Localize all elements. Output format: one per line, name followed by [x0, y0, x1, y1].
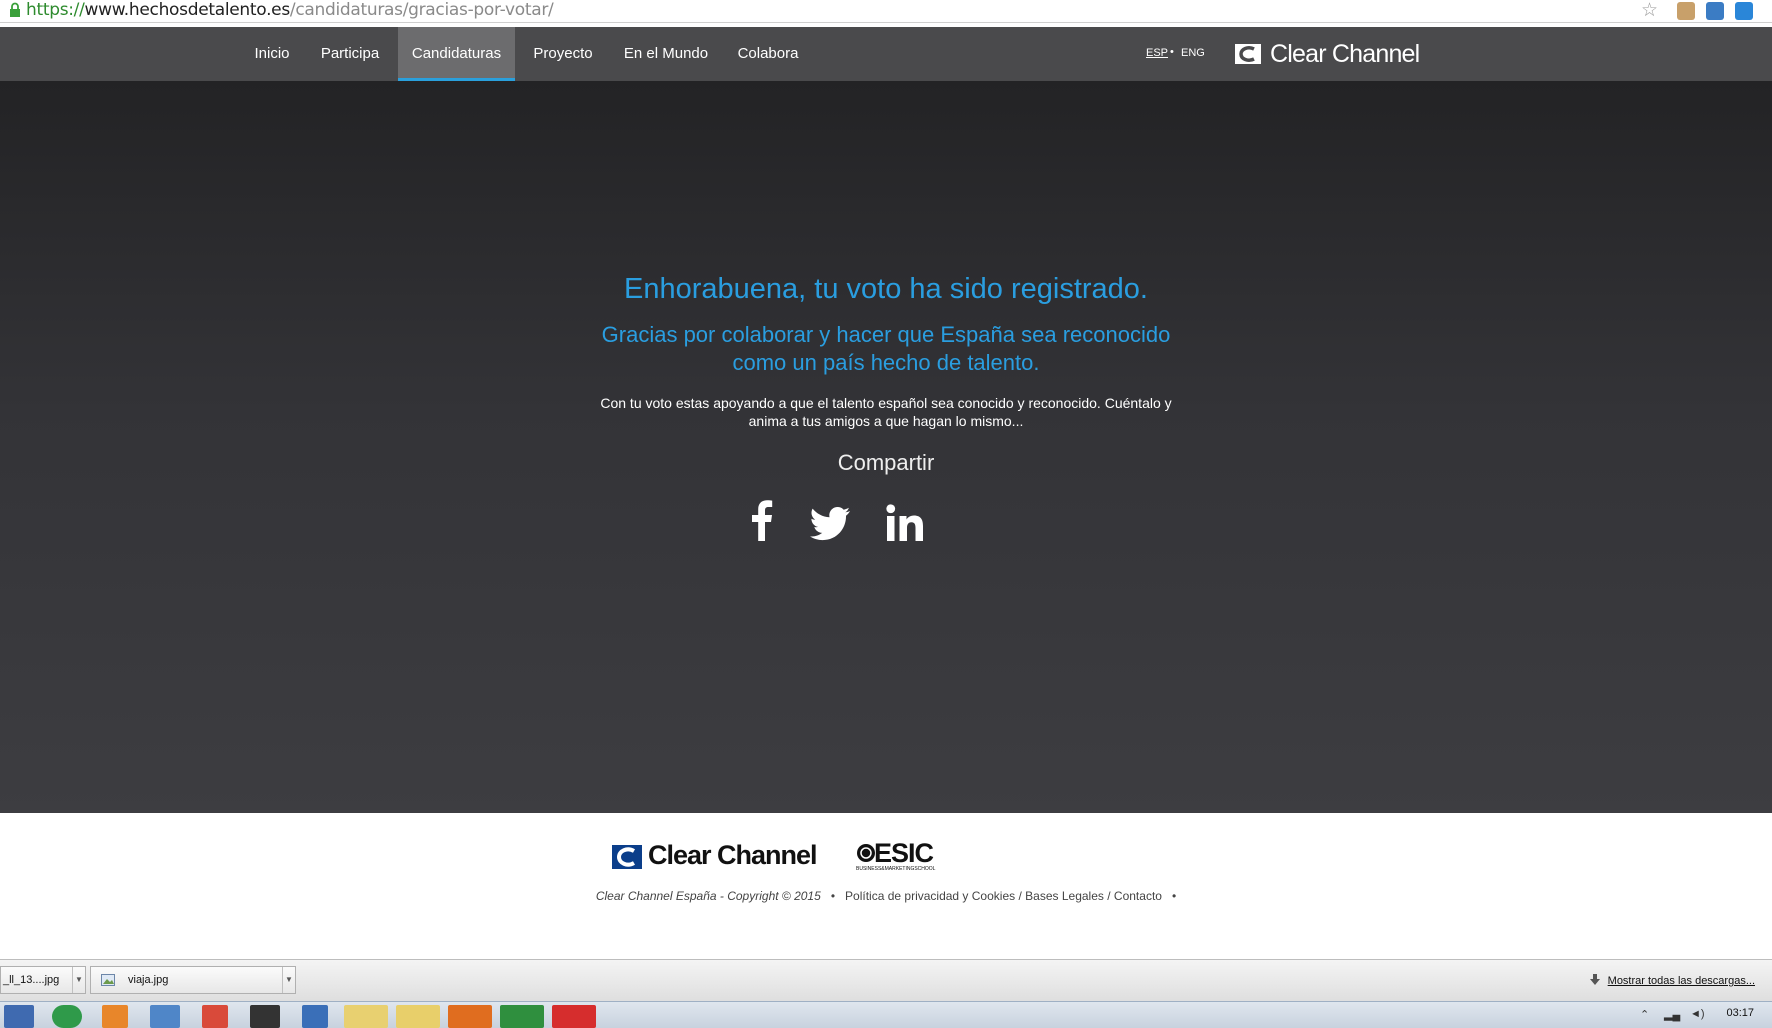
download-item[interactable]: _ll_13....jpg ▼ — [0, 966, 86, 994]
linkedin-icon[interactable] — [886, 502, 924, 544]
download-item[interactable]: viaja.jpg ▼ — [90, 966, 296, 994]
taskbar-app-arrow-icon[interactable] — [4, 1005, 34, 1028]
nav-en-el-mundo[interactable]: En el Mundo — [620, 27, 712, 81]
clock[interactable]: 03:17 — [1726, 1007, 1754, 1019]
esic-mark-icon — [857, 844, 875, 862]
downloads-bar: _ll_13....jpg ▼ viaja.jpg ▼ Mostrar toda… — [0, 959, 1772, 1002]
clear-channel-mark-icon — [612, 845, 642, 869]
clear-channel-mark-icon — [1235, 44, 1261, 64]
site-nav: Inicio Participa Candidaturas Proyecto E… — [0, 27, 1772, 81]
lang-eng-link[interactable]: ENG — [1181, 47, 1205, 59]
body-line-2: anima a tus amigos a que hagan lo mismo.… — [748, 413, 1024, 429]
esic-name: ESIC — [874, 838, 934, 868]
os-taskbar: ⌃ ▂▄ ◄) 03:17 — [0, 1001, 1772, 1028]
copyright-text: Clear Channel España - Copyright © 2015 — [595, 889, 821, 903]
body-line-1: Con tu voto estas apoyando a que el tale… — [600, 395, 1172, 411]
bookmark-star-icon[interactable]: ☆ — [1641, 0, 1658, 20]
link-separator: / — [1018, 889, 1022, 903]
page-title: Enhorabuena, tu voto ha sido registrado. — [624, 273, 1148, 305]
privacy-link[interactable]: Política de privacidad y Cookies — [845, 889, 1015, 903]
nav-candidaturas[interactable]: Candidaturas — [398, 27, 515, 81]
footer-links: Clear Channel España - Copyright © 2015 … — [0, 889, 1772, 903]
bullet: • — [830, 889, 836, 903]
contact-link[interactable]: Contacto — [1114, 889, 1162, 903]
site-footer: Clear Channel ESIC BUSINESS&MARKETINGSCH… — [0, 813, 1772, 959]
url-scheme: https:// — [26, 0, 85, 20]
legal-link[interactable]: Bases Legales — [1025, 889, 1104, 903]
thank-you-section: Enhorabuena, tu voto ha sido registrado.… — [0, 81, 1772, 813]
extension-check-icon[interactable] — [1735, 2, 1753, 20]
volume-icon[interactable]: ◄) — [1690, 1008, 1705, 1020]
download-filename: _ll_13....jpg — [3, 974, 60, 986]
taskbar-app-green-icon[interactable] — [52, 1005, 82, 1028]
chevron-down-icon[interactable]: ▼ — [282, 967, 295, 993]
twitter-icon[interactable] — [810, 503, 850, 545]
taskbar-app-firefox-icon[interactable] — [448, 1005, 492, 1028]
download-filename: viaja.jpg — [128, 974, 169, 986]
lock-icon — [10, 2, 20, 17]
taskbar-app-explorer-icon[interactable] — [396, 1005, 440, 1028]
show-all-downloads-link[interactable]: Mostrar todas las descargas... — [1608, 975, 1755, 987]
url-text[interactable]: https://www.hechosdetalento.es/candidatu… — [26, 0, 554, 20]
taskbar-app-vlc-icon[interactable] — [102, 1005, 128, 1028]
share-label: Compartir — [837, 450, 935, 475]
page-subtitle: Gracias por colaborar y hacer que España… — [0, 321, 1772, 377]
extension-box-icon[interactable] — [1706, 2, 1724, 20]
lang-separator: • — [1170, 46, 1174, 58]
taskbar-app-chart-icon[interactable] — [150, 1005, 180, 1028]
chevron-down-icon[interactable]: ▼ — [72, 967, 85, 993]
footer-brand-name: Clear Channel — [648, 840, 818, 870]
bullet: • — [1171, 889, 1177, 903]
taskbar-app-film-icon[interactable] — [250, 1005, 280, 1028]
image-file-icon — [101, 974, 115, 986]
nav-colabora[interactable]: Colabora — [733, 27, 803, 81]
browser-url-bar[interactable]: https://www.hechosdetalento.es/candidatu… — [0, 0, 1772, 23]
facebook-icon[interactable] — [750, 499, 774, 541]
nav-participa[interactable]: Participa — [315, 27, 385, 81]
lang-esp-link[interactable]: ESP — [1146, 47, 1168, 59]
taskbar-app-folder-icon[interactable] — [344, 1005, 388, 1028]
taskbar-app-excel-icon[interactable] — [500, 1005, 544, 1028]
taskbar-app-grid-icon[interactable] — [202, 1005, 228, 1028]
download-arrow-icon — [1590, 974, 1600, 985]
network-icon[interactable]: ▂▄ — [1664, 1008, 1680, 1021]
extension-robot-icon[interactable] — [1677, 2, 1695, 20]
esic-subtitle: BUSINESS&MARKETINGSCHOOL — [856, 866, 936, 872]
nav-inicio[interactable]: Inicio — [245, 27, 299, 81]
taskbar-app-pen-icon[interactable] — [302, 1005, 328, 1028]
url-host: www.hechosdetalento.es — [84, 0, 291, 20]
subtitle-line-2: como un país hecho de talento. — [732, 350, 1040, 375]
taskbar-app-vivaldi-icon[interactable] — [552, 1005, 596, 1028]
body-text: Con tu voto estas apoyando a que el tale… — [0, 394, 1772, 430]
url-path: /candidaturas/gracias-por-votar/ — [289, 0, 554, 20]
subtitle-line-1: Gracias por colaborar y hacer que España… — [601, 322, 1171, 347]
tray-expand-icon[interactable]: ⌃ — [1640, 1008, 1649, 1021]
link-separator: / — [1107, 889, 1111, 903]
nav-proyecto[interactable]: Proyecto — [528, 27, 598, 81]
brand-name: Clear Channel — [1270, 40, 1420, 68]
